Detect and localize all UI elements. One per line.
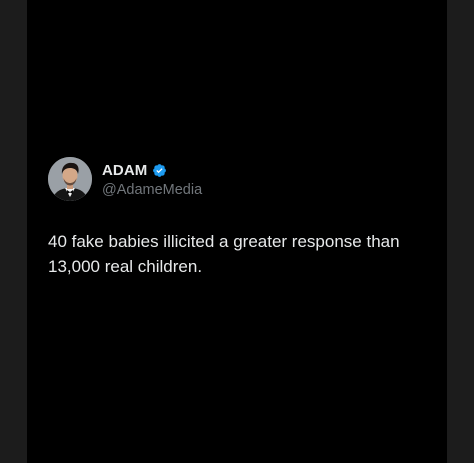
- tweet-text: 40 fake babies illicited a greater respo…: [48, 232, 400, 276]
- display-name-row: ADAM: [102, 160, 202, 180]
- author-names: ADAM @AdameMedia: [102, 160, 202, 199]
- author-handle[interactable]: @AdameMedia: [102, 181, 202, 199]
- profile-photo-icon: [48, 157, 92, 201]
- display-name[interactable]: ADAM: [102, 162, 147, 179]
- verified-badge-icon: [152, 163, 167, 178]
- screenshot-canvas: ADAM @AdameMedia 40 fake babies illicite…: [27, 0, 447, 463]
- tweet-card[interactable]: ADAM @AdameMedia 40 fake babies illicite…: [48, 155, 438, 279]
- tweet-author: ADAM @AdameMedia: [48, 155, 438, 205]
- avatar[interactable]: [48, 157, 92, 201]
